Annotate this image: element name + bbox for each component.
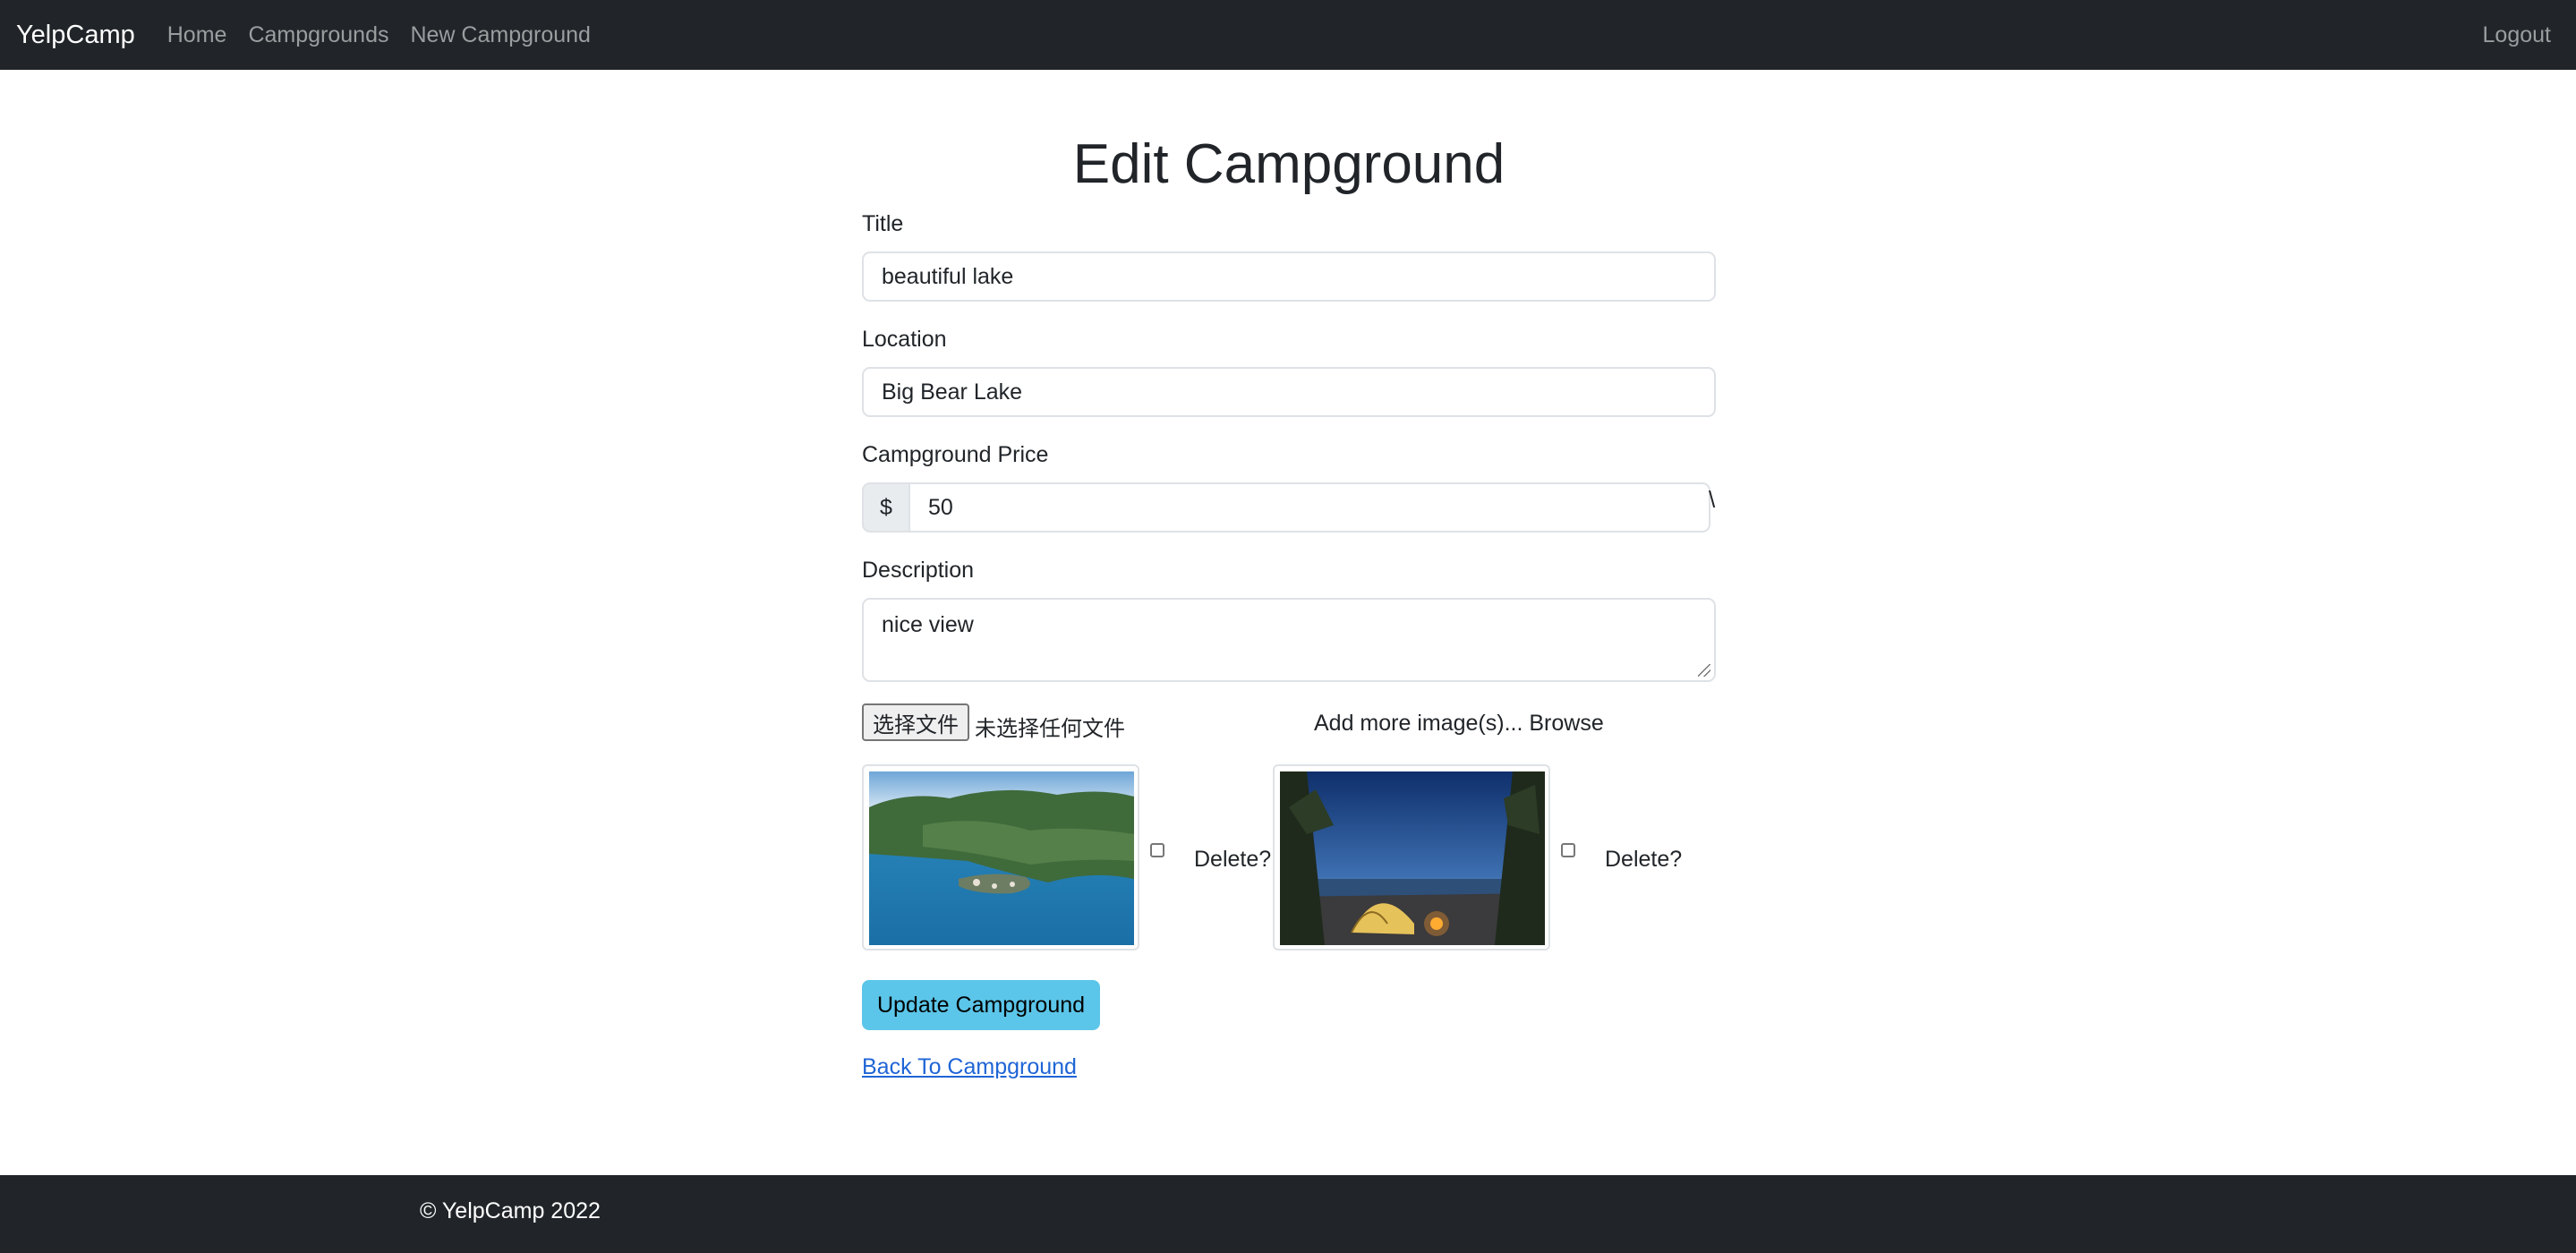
description-text: nice view: [882, 612, 974, 637]
delete-checkbox-1[interactable]: [1150, 843, 1164, 857]
update-campground-button[interactable]: Update Campground: [862, 980, 1100, 1030]
description-textarea[interactable]: nice view: [862, 598, 1716, 682]
lake-island-photo: [869, 771, 1134, 945]
delete-label-2[interactable]: Delete?: [1605, 847, 1682, 873]
page-title: Edit Campground: [1072, 133, 1506, 195]
title-input[interactable]: beautiful lake: [862, 251, 1716, 302]
campground-image-2: [1273, 764, 1550, 950]
footer-copyright: © YelpCamp 2022: [420, 1198, 601, 1223]
nav-link-logout[interactable]: Logout: [2483, 22, 2551, 48]
tent-campfire-photo: [1280, 771, 1545, 945]
nav-link-home[interactable]: Home: [167, 22, 227, 48]
back-to-campground-link[interactable]: Back To Campground: [862, 1054, 1077, 1080]
title-label: Title: [862, 211, 904, 236]
delete-checkbox-2[interactable]: [1561, 843, 1575, 857]
price-input[interactable]: 50: [908, 482, 1710, 533]
delete-label-1[interactable]: Delete?: [1194, 847, 1271, 873]
navbar: YelpCamp Home Campgrounds New Campground…: [0, 0, 2576, 70]
add-images-label[interactable]: Add more image(s)... Browse: [1314, 711, 1604, 737]
description-label: Description: [862, 558, 975, 583]
brand-logo[interactable]: YelpCamp: [16, 21, 135, 50]
price-label: Campground Price: [862, 442, 1049, 467]
location-label: Location: [862, 327, 947, 352]
location-input[interactable]: Big Bear Lake: [862, 367, 1716, 417]
campground-image-1: [862, 764, 1139, 950]
price-input-group: $ 50: [862, 482, 1710, 533]
nav-link-new-campground[interactable]: New Campground: [410, 22, 591, 48]
footer: © YelpCamp 2022: [0, 1175, 2576, 1253]
choose-file-button[interactable]: 选择文件: [862, 703, 969, 741]
resize-grip-icon[interactable]: [1698, 664, 1710, 677]
stray-backslash: \: [1709, 486, 1716, 513]
nav-link-campgrounds[interactable]: Campgrounds: [248, 22, 388, 48]
dollar-addon: $: [862, 482, 908, 533]
file-status-text: 未选择任何文件: [975, 716, 1125, 741]
